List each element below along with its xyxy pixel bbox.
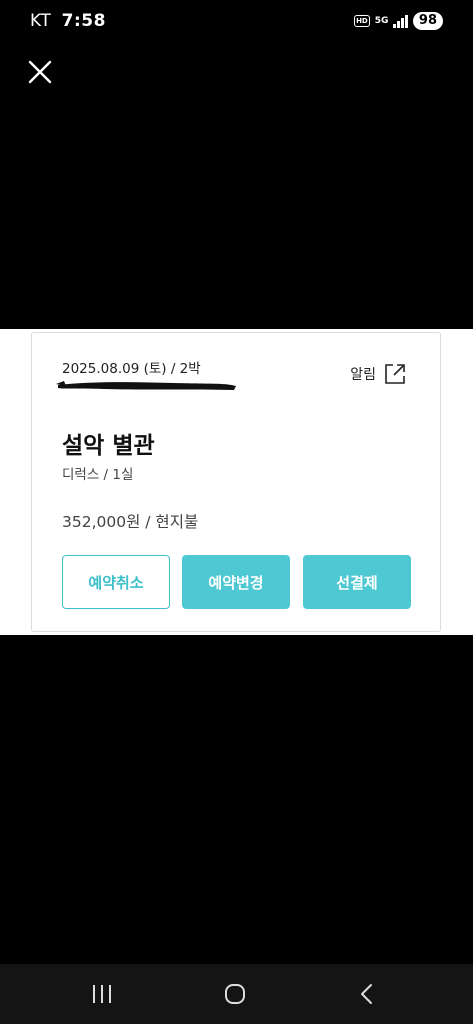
navigation-bar	[0, 964, 473, 1024]
close-button[interactable]	[26, 58, 54, 86]
battery-icon: 98	[412, 12, 443, 30]
close-icon	[28, 60, 52, 84]
price-info: 352,000원 / 현지불	[62, 513, 199, 531]
carrier-name: KT	[30, 11, 52, 31]
reservation-card: 2025.08.09 (토) / 2박 알림 설악 별관 디럭스 / 1실 35…	[31, 332, 441, 632]
hd-voice-icon: HD	[354, 15, 370, 27]
room-info: 디럭스 / 1실	[62, 467, 134, 483]
home-button[interactable]	[220, 980, 250, 1008]
home-icon	[225, 984, 245, 1004]
back-button[interactable]	[352, 980, 382, 1008]
5g-icon: 5G	[374, 15, 389, 26]
clock: 7:58	[61, 11, 106, 31]
signal-icon	[393, 14, 408, 28]
reservation-sheet: 2025.08.09 (토) / 2박 알림 설악 별관 디럭스 / 1실 35…	[0, 329, 473, 635]
redacted-scribble	[56, 381, 236, 390]
back-icon	[361, 984, 372, 1004]
status-icons: HD 5G 98	[354, 11, 443, 31]
alarm-link[interactable]: 알림	[350, 363, 406, 385]
change-reservation-button[interactable]: 예약변경	[182, 555, 290, 609]
recent-apps-icon	[93, 985, 111, 1003]
status-bar: KT 7:58 HD 5G 98	[0, 0, 473, 42]
prepay-button[interactable]: 선결제	[303, 555, 411, 609]
stay-date: 2025.08.09 (토) / 2박	[62, 361, 201, 377]
cancel-reservation-button[interactable]: 예약취소	[62, 555, 170, 609]
carrier-time: KT 7:58	[30, 11, 106, 31]
recent-apps-button[interactable]	[87, 980, 117, 1008]
hotel-name: 설악 별관	[62, 433, 155, 459]
alarm-label: 알림	[350, 367, 376, 383]
external-link-icon	[385, 364, 405, 384]
